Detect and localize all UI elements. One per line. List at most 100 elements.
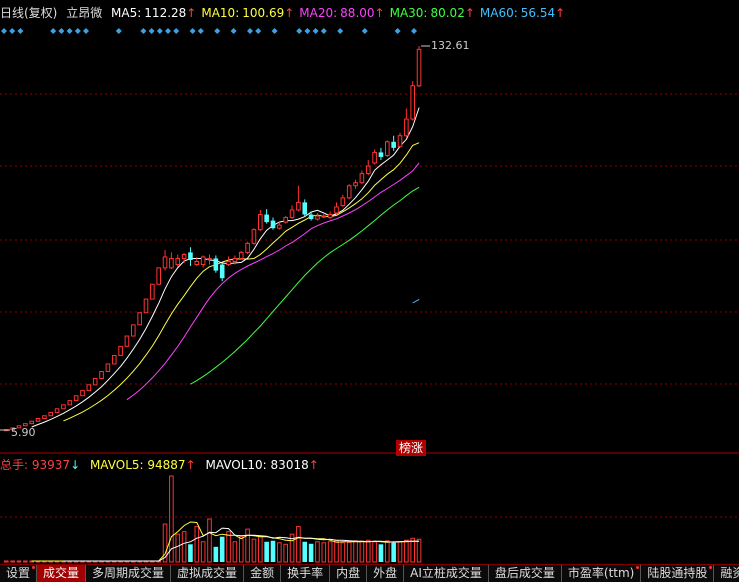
volume-bar (372, 541, 377, 563)
tab-4[interactable]: 金额 (244, 565, 282, 582)
candle-body (137, 312, 142, 326)
candle-body (111, 354, 117, 365)
signal-diamond (165, 28, 171, 34)
volume-bar (385, 540, 390, 563)
volume-bar (226, 531, 231, 563)
candle-body (131, 324, 136, 337)
candle-body (245, 242, 250, 253)
ma-item: MA30: 80.02↑ (389, 6, 475, 20)
volume-bar (175, 533, 181, 563)
tab-6[interactable]: 内盘 (330, 565, 368, 582)
candle-body (200, 256, 206, 266)
candle-body (315, 215, 320, 220)
low-price-label: 5.90 (11, 426, 36, 439)
candle-body (181, 254, 187, 259)
candle-body (391, 141, 396, 148)
tab-11[interactable]: 陆股通持股 (641, 565, 715, 582)
tab-10[interactable]: 市盈率(ttm) (562, 565, 642, 582)
volume-bar (327, 541, 333, 563)
volume-bar (416, 538, 422, 563)
tab-12[interactable]: 融资 (714, 565, 739, 582)
signal-diamond (197, 28, 204, 34)
candle-body (54, 408, 60, 413)
candle-body (302, 202, 308, 215)
volume-bar (245, 528, 250, 563)
candle-body (143, 298, 149, 314)
signal-diamond (9, 28, 16, 34)
tab-2[interactable]: 多周期成交量 (86, 565, 172, 582)
volume-bar (334, 540, 339, 563)
signal-diamond (255, 28, 262, 34)
high-price-label: 132.61 (431, 39, 470, 52)
signal-diamond (271, 28, 278, 34)
candle-body (150, 283, 155, 300)
tab-0[interactable]: 设置 (0, 565, 38, 582)
candle-body (410, 85, 415, 120)
signal-diamond (58, 28, 65, 34)
candle-body (397, 135, 403, 147)
signal-diamond (247, 28, 253, 34)
candle-body (353, 182, 358, 187)
candle-body (156, 267, 161, 285)
candle-body (80, 390, 85, 397)
signal-diamond (296, 28, 303, 34)
candle-body (289, 209, 295, 219)
volume-bar (258, 536, 263, 563)
tab-1[interactable]: 成交量 (37, 565, 87, 582)
signal-diamond (411, 28, 417, 34)
volume-bar (365, 539, 371, 563)
signal-diamond (337, 28, 344, 34)
signal-diamond (66, 28, 73, 34)
volume-bar (270, 540, 276, 562)
signal-diamond (50, 28, 57, 34)
candle-body (169, 257, 174, 269)
volume-bar (4, 560, 9, 563)
volume-bar (264, 541, 269, 562)
signal-diamond (83, 28, 89, 34)
candle-body (86, 384, 92, 392)
candle-body (29, 420, 34, 425)
limit-up-badge[interactable]: 榜涨 (396, 440, 426, 456)
ma-item: MA5: 112.28↑ (111, 6, 197, 20)
candle-body (416, 48, 422, 87)
volume-bar (359, 540, 365, 563)
candle-body (296, 201, 301, 211)
candle-body (226, 261, 231, 266)
candle-body (258, 214, 263, 231)
signal-diamond (156, 28, 163, 34)
candle-body (118, 345, 123, 356)
signal-diamond (312, 28, 319, 34)
volume-bar (378, 544, 384, 562)
tab-7[interactable]: 外盘 (367, 565, 405, 582)
candle-body (124, 335, 130, 347)
volume-bar (16, 560, 22, 563)
candle-body (327, 214, 333, 219)
volume-bar (308, 543, 314, 562)
mavol5: MAVOL5: 94887↑ (89, 458, 196, 472)
tab-5[interactable]: 换手率 (281, 565, 331, 582)
tab-3[interactable]: 虚拟成交量 (171, 565, 245, 582)
signal-diamond (1, 28, 7, 34)
signal-diamond (230, 28, 237, 34)
tab-9[interactable]: 盘后成交量 (489, 565, 562, 582)
tab-8[interactable]: AI立桩成交量 (404, 565, 489, 582)
candle-body (378, 152, 384, 157)
volume-bar (391, 542, 396, 562)
candle-body (372, 151, 377, 164)
candle-body (92, 377, 98, 386)
ma-item: MA10: 100.69↑ (201, 6, 295, 20)
signal-diamond (115, 28, 122, 34)
candle-body (340, 197, 346, 206)
signal-diamond (148, 28, 155, 34)
signal-diamond (140, 28, 147, 34)
signal-diamond (214, 28, 221, 34)
candle-body (219, 264, 225, 279)
volume-bar (346, 541, 352, 563)
signal-diamond (320, 28, 327, 34)
kline-chart[interactable] (0, 0, 739, 564)
signal-diamond (361, 28, 368, 34)
volume-bar (181, 531, 187, 563)
candle-body (67, 400, 73, 406)
volume-bar (23, 560, 28, 563)
signal-diamond (189, 28, 196, 34)
